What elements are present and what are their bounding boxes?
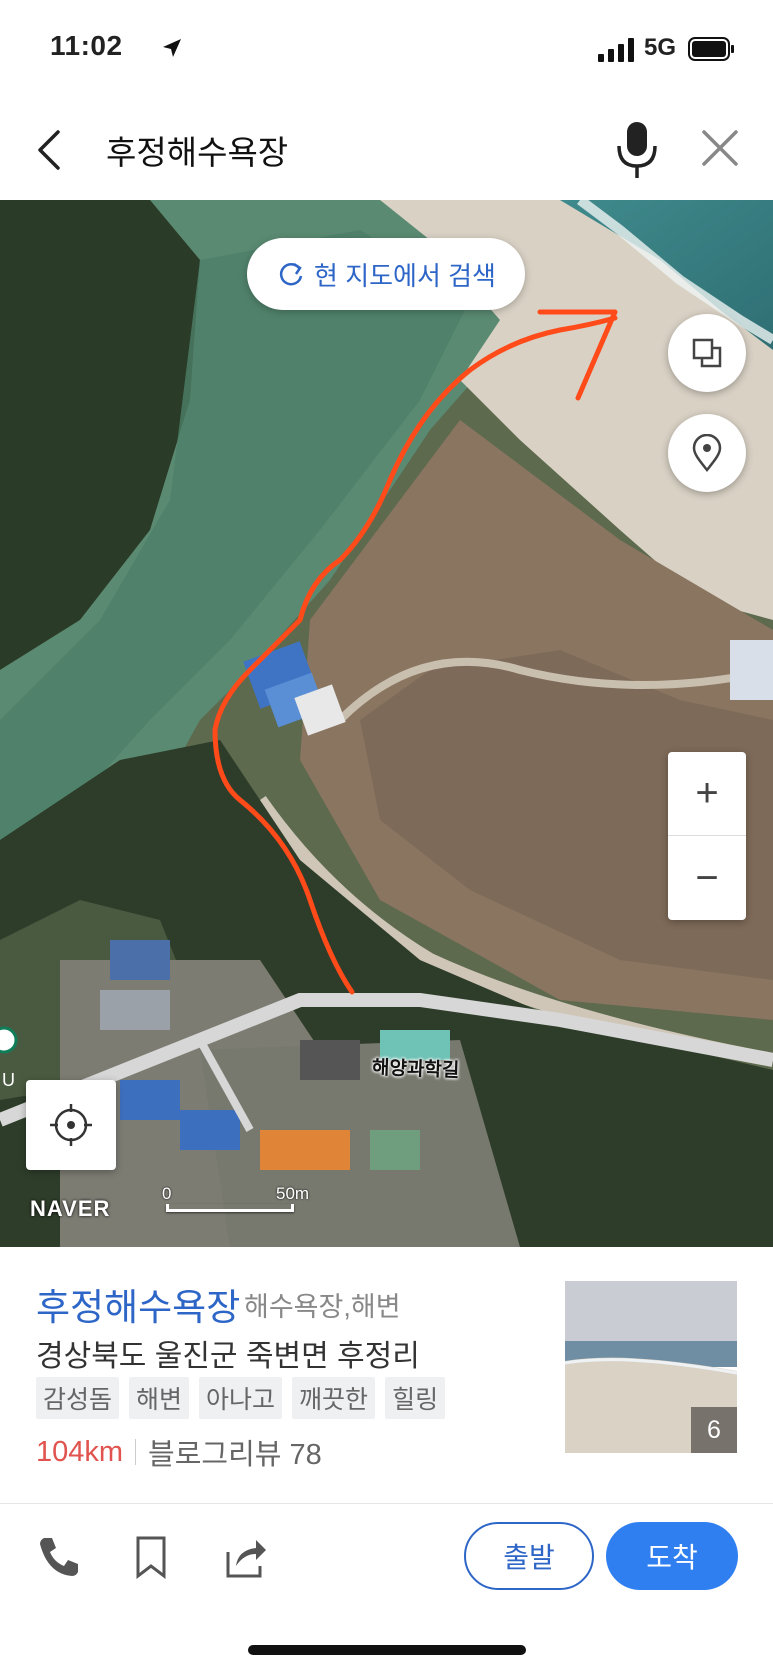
map-scale: 0 50m: [162, 1184, 309, 1214]
keyword-tag: 감성돔: [36, 1377, 120, 1419]
svg-text:U: U: [2, 1070, 15, 1090]
place-pin-button[interactable]: [668, 414, 746, 492]
search-query[interactable]: 후정해수욕장: [106, 126, 288, 174]
place-category: 해수욕장,해변: [244, 1292, 401, 1322]
phone-icon[interactable]: [34, 1532, 84, 1582]
search-this-area-button[interactable]: 현 지도에서 검색: [247, 238, 525, 310]
zoom-control: + −: [668, 752, 746, 920]
crosshair-icon: [50, 1104, 92, 1146]
search-this-area-label: 현 지도에서 검색: [314, 260, 496, 291]
layers-icon: [692, 338, 722, 368]
layers-button[interactable]: [668, 314, 746, 392]
battery-icon: [688, 37, 734, 61]
road-label: 해양과학길: [371, 1057, 460, 1082]
action-bar: 출발 도착: [0, 1504, 773, 1614]
scale-bar: [166, 1204, 294, 1212]
scale-distance-label: 50m: [276, 1184, 310, 1203]
my-location-button[interactable]: [26, 1080, 116, 1170]
home-indicator: [248, 1645, 526, 1655]
signal-bars-icon: [598, 38, 634, 62]
arrive-button[interactable]: 도착: [606, 1522, 738, 1590]
blog-review-count[interactable]: 블로그리뷰 78: [148, 1431, 322, 1473]
network-type: 5G: [644, 34, 677, 61]
zoom-in-button[interactable]: +: [668, 752, 746, 836]
place-address: 경상북도 울진군 죽변면 후정리: [36, 1340, 420, 1373]
chevron-left-icon[interactable]: [30, 120, 70, 180]
location-arrow-icon: [163, 39, 181, 57]
keyword-tags: 감성돔 해변 아나고 깨끗한 힐링: [36, 1377, 446, 1419]
search-header: 후정해수욕장: [0, 100, 773, 200]
zoom-out-button[interactable]: −: [668, 836, 746, 920]
separator: [135, 1439, 137, 1465]
keyword-tag: 힐링: [385, 1377, 446, 1419]
bookmark-icon[interactable]: [126, 1532, 176, 1582]
naver-logo: NAVER: [30, 1196, 111, 1221]
share-icon[interactable]: [220, 1532, 270, 1582]
status-bar: 11:02 5G: [0, 0, 773, 100]
close-icon[interactable]: [696, 124, 744, 172]
photo-count: 6: [691, 1407, 737, 1453]
distance: 104km: [36, 1435, 124, 1468]
keyword-tag: 해변: [129, 1377, 190, 1419]
keyword-tag: 아나고: [199, 1377, 283, 1419]
refresh-icon: [280, 262, 303, 286]
microphone-icon[interactable]: [612, 116, 662, 184]
place-meta: 104km 블로그리뷰 78: [36, 1431, 322, 1473]
map-pin-icon: [692, 434, 722, 472]
depart-button[interactable]: 출발: [464, 1522, 594, 1590]
place-card[interactable]: 후정해수욕장 해수욕장,해변 경상북도 울진군 죽변면 후정리 감성돔 해변 아…: [0, 1247, 773, 1507]
status-time: 11:02: [50, 30, 123, 61]
map-view[interactable]: U 현 지도에서 검색 + − 해양과학길 NAVER 0 50m: [0, 200, 773, 1247]
scale-zero-label: 0: [162, 1184, 172, 1203]
keyword-tag: 깨끗한: [292, 1377, 376, 1419]
place-photo[interactable]: 6: [565, 1281, 737, 1453]
place-name[interactable]: 후정해수욕장: [36, 1277, 240, 1331]
